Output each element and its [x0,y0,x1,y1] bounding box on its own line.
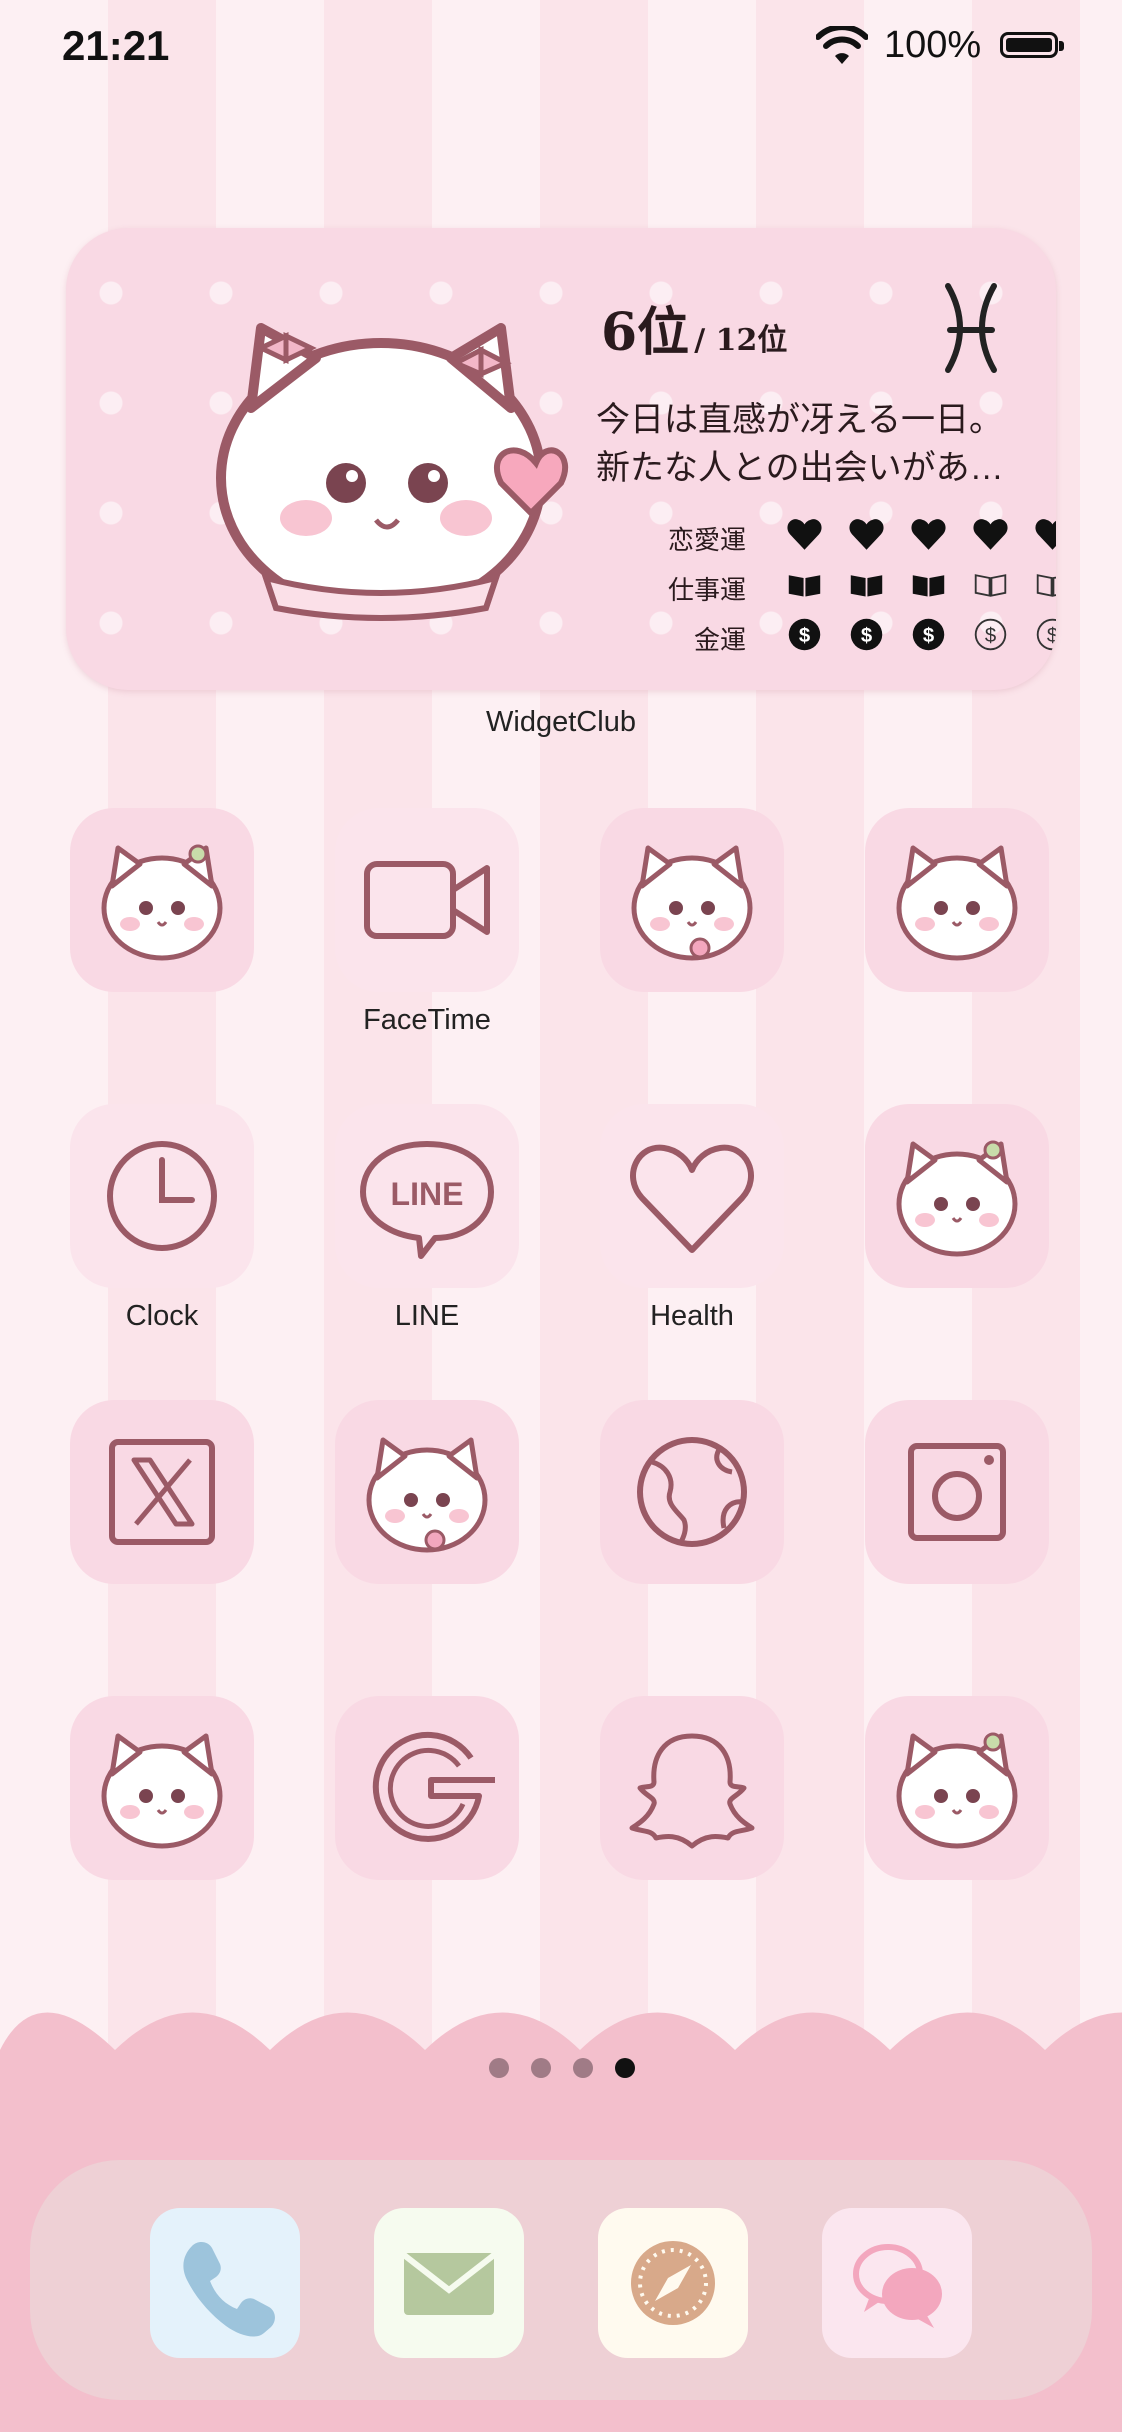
google-g-icon [335,1696,519,1880]
app-icon-15[interactable] [600,1696,784,1880]
phone-icon [183,2242,275,2337]
heart-outline-icon [600,1104,784,1288]
fortune-line-2: 新たな人との出会いがあ… [596,449,1004,487]
app-facetime[interactable]: FaceTime [335,808,519,1037]
book-icon [786,566,823,603]
globe-icon [600,1400,784,1584]
heart-icon [910,516,947,553]
dock [30,2160,1092,2400]
rating-label: 恋愛運 [667,525,746,555]
page-indicator[interactable] [0,2058,1122,2082]
bunny-mascot-icon [865,1696,1049,1880]
instagram-camera-icon [865,1400,1049,1584]
battery-percent: 100% [884,24,982,66]
coin-icon: $ [786,616,823,653]
fortune-widget[interactable]: 6位 / 12位 今日は直感が冴える一日。 新たな人との出会いがあ… 恋愛運 仕… [66,228,1056,690]
heart-icon [848,516,885,553]
book-icon [910,566,947,603]
bunny-mascot-icon [600,808,784,992]
bunny-mascot-icon [216,323,569,621]
line-icon-text: LINE [391,1176,464,1212]
battery-icon [1000,32,1064,58]
page-dot[interactable] [489,2058,509,2078]
status-time: 21:21 [62,22,170,69]
line-bubble-icon: LINE [335,1104,519,1288]
pisces-icon [945,283,997,373]
coin-icon: $ [972,616,1009,653]
app-icon-10[interactable] [335,1400,519,1584]
app-icon-11[interactable] [600,1400,784,1584]
mail-app[interactable] [374,2208,524,2358]
app-label: Health [650,1300,734,1332]
rank-display: 6位 / 12位 [601,290,787,365]
wifi-icon [816,26,868,64]
app-health[interactable]: Health [600,1104,784,1333]
rank-total: / 12位 [694,323,788,358]
x-logo-icon [70,1400,254,1584]
heart-icon [786,516,823,553]
svg-text:$: $ [861,625,873,647]
phone-app[interactable] [150,2208,300,2358]
coin-icon: $ [848,616,885,653]
fortune-line-1: 今日は直感が冴える一日。 [596,401,1003,439]
clock-icon [70,1104,254,1288]
app-line[interactable]: LINE LINE [335,1104,519,1333]
rating-icons [786,566,1056,603]
app-label: Clock [125,1300,199,1332]
heart-icon [972,516,1009,553]
page-dot-active[interactable] [615,2058,635,2078]
app-icon-13[interactable] [70,1696,254,1880]
coin-icon: $ [1034,616,1056,653]
app-icon-3[interactable] [600,808,784,992]
svg-text:$: $ [799,625,811,647]
heart-icon [1034,516,1056,553]
page-dot[interactable] [573,2058,593,2078]
svg-text:$: $ [1047,625,1056,647]
rating-label: 金運 [693,625,746,655]
app-icon-14[interactable] [335,1696,519,1880]
page-dot[interactable] [531,2058,551,2078]
safari-app[interactable] [598,2208,748,2358]
app-icon-9[interactable] [70,1400,254,1584]
svg-text:$: $ [985,625,996,647]
fortune-text: 今日は直感が冴える一日。 新たな人との出会いがあ… [596,396,1036,492]
rating-icons: $ $ $ $ $ [786,616,1056,653]
app-icon-8[interactable] [865,1104,1049,1288]
rating-icons [786,516,1056,553]
app-icon-1[interactable] [70,808,254,992]
coin-icon: $ [910,616,947,653]
messages-app[interactable] [822,2208,972,2358]
video-camera-icon [335,808,519,992]
bunny-mascot-icon [865,1104,1049,1288]
rank-value: 6位 [601,302,690,363]
chat-bubbles-icon [853,2244,942,2328]
book-icon [1034,566,1056,603]
app-icon-12[interactable] [865,1400,1049,1584]
widget-app-label: WidgetClub [486,706,636,738]
app-clock[interactable]: Clock [70,1104,254,1333]
bunny-mascot-icon [865,808,1049,992]
bunny-mascot-icon [335,1400,519,1584]
book-icon [972,566,1009,603]
app-label: FaceTime [363,1004,491,1036]
mail-icon [402,2252,496,2315]
bunny-mascot-icon [70,808,254,992]
app-icon-16[interactable] [865,1696,1049,1880]
bunny-mascot-icon [70,1696,254,1880]
app-label: LINE [394,1300,460,1332]
app-icon-4[interactable] [865,808,1049,992]
snapchat-ghost-icon [600,1696,784,1880]
rating-label: 仕事運 [667,575,746,605]
compass-icon [631,2241,715,2325]
svg-text:$: $ [923,625,935,647]
status-bar: 21:21 100% [0,0,1122,90]
book-icon [848,566,885,603]
